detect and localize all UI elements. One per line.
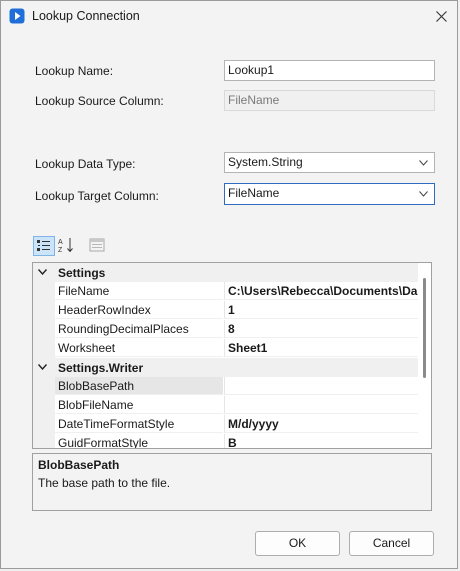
property-row[interactable]: RoundingDecimalPlaces 8 bbox=[33, 320, 419, 339]
property-value[interactable] bbox=[224, 377, 419, 395]
lookup-name-input[interactable]: Lookup1 bbox=[224, 60, 435, 81]
data-type-value: System.String bbox=[228, 155, 303, 169]
property-pages-button[interactable] bbox=[87, 236, 109, 256]
property-value[interactable]: B bbox=[224, 434, 419, 448]
lookup-name-label: Lookup Name: bbox=[35, 64, 114, 78]
description-text: The base path to the file. bbox=[38, 476, 171, 490]
target-column-label: Lookup Target Column: bbox=[35, 189, 159, 203]
property-name: RoundingDecimalPlaces bbox=[55, 320, 223, 338]
chevron-down-icon bbox=[419, 160, 428, 166]
window-title: Lookup Connection bbox=[32, 9, 140, 23]
category-name: Settings.Writer bbox=[58, 361, 144, 375]
category-name: Settings bbox=[58, 266, 106, 280]
property-name: Worksheet bbox=[55, 339, 223, 357]
property-value[interactable]: Sheet1 bbox=[224, 339, 419, 357]
property-row[interactable]: GuidFormatStyle B bbox=[33, 434, 419, 448]
property-name: BlobBasePath bbox=[55, 377, 223, 395]
target-column-select[interactable]: FileName bbox=[224, 183, 435, 205]
data-type-select[interactable]: System.String bbox=[224, 152, 435, 173]
property-value[interactable]: 8 bbox=[224, 320, 419, 338]
ok-button[interactable]: OK bbox=[255, 531, 340, 556]
property-row[interactable]: BlobFileName bbox=[33, 396, 419, 415]
property-value[interactable] bbox=[224, 396, 419, 414]
collapse-icon[interactable] bbox=[38, 269, 47, 275]
close-button[interactable] bbox=[427, 1, 457, 32]
lookup-connection-dialog: Lookup Connection Lookup Name: Lookup1 L… bbox=[0, 0, 458, 569]
chevron-down-icon bbox=[419, 191, 428, 197]
target-column-value: FileName bbox=[228, 186, 280, 200]
alphabetical-view-button[interactable]: A Z bbox=[57, 236, 79, 256]
scrollbar-thumb[interactable] bbox=[423, 278, 426, 378]
property-value[interactable]: C:\Users\Rebecca\Documents\Da bbox=[224, 282, 419, 300]
source-column-value: FileName bbox=[228, 93, 280, 107]
property-grid[interactable]: Settings FileName C:\Users\Rebecca\Docum… bbox=[32, 262, 432, 449]
source-column-label: Lookup Source Column: bbox=[35, 94, 164, 108]
property-row[interactable]: FileName C:\Users\Rebecca\Documents\Da bbox=[33, 282, 419, 301]
lookup-name-value: Lookup1 bbox=[228, 63, 275, 77]
data-type-label: Lookup Data Type: bbox=[35, 157, 136, 171]
property-row[interactable]: DateTimeFormatStyle M/d/yyyy bbox=[33, 415, 419, 434]
source-column-field: FileName bbox=[224, 90, 435, 111]
property-name: GuidFormatStyle bbox=[55, 434, 223, 448]
property-description-panel: BlobBasePath The base path to the file. bbox=[32, 453, 432, 511]
property-value[interactable]: 1 bbox=[224, 301, 419, 319]
property-name: DateTimeFormatStyle bbox=[55, 415, 223, 433]
category-row-settings[interactable]: Settings bbox=[33, 263, 419, 282]
property-name: FileName bbox=[55, 282, 223, 300]
cancel-button[interactable]: Cancel bbox=[349, 531, 434, 556]
collapse-icon[interactable] bbox=[38, 364, 47, 370]
category-row-settings-writer[interactable]: Settings.Writer bbox=[33, 358, 419, 377]
svg-text:A: A bbox=[58, 239, 63, 246]
title-bar: Lookup Connection bbox=[1, 1, 457, 32]
categorized-view-button[interactable] bbox=[33, 236, 55, 256]
close-icon bbox=[436, 11, 447, 22]
sort-alphabetical-icon: A Z bbox=[58, 238, 73, 254]
property-row-selected[interactable]: BlobBasePath bbox=[33, 377, 419, 396]
property-pages-icon bbox=[89, 238, 105, 252]
description-title: BlobBasePath bbox=[38, 458, 120, 472]
app-icon bbox=[9, 8, 25, 24]
grid-scrollbar[interactable] bbox=[418, 263, 431, 448]
property-row[interactable]: Worksheet Sheet1 bbox=[33, 339, 419, 358]
property-name: BlobFileName bbox=[55, 396, 223, 414]
property-row[interactable]: HeaderRowIndex 1 bbox=[33, 301, 419, 320]
categorized-icon bbox=[37, 240, 50, 251]
svg-text:Z: Z bbox=[58, 247, 63, 254]
property-name: HeaderRowIndex bbox=[55, 301, 223, 319]
property-value[interactable]: M/d/yyyy bbox=[224, 415, 419, 433]
